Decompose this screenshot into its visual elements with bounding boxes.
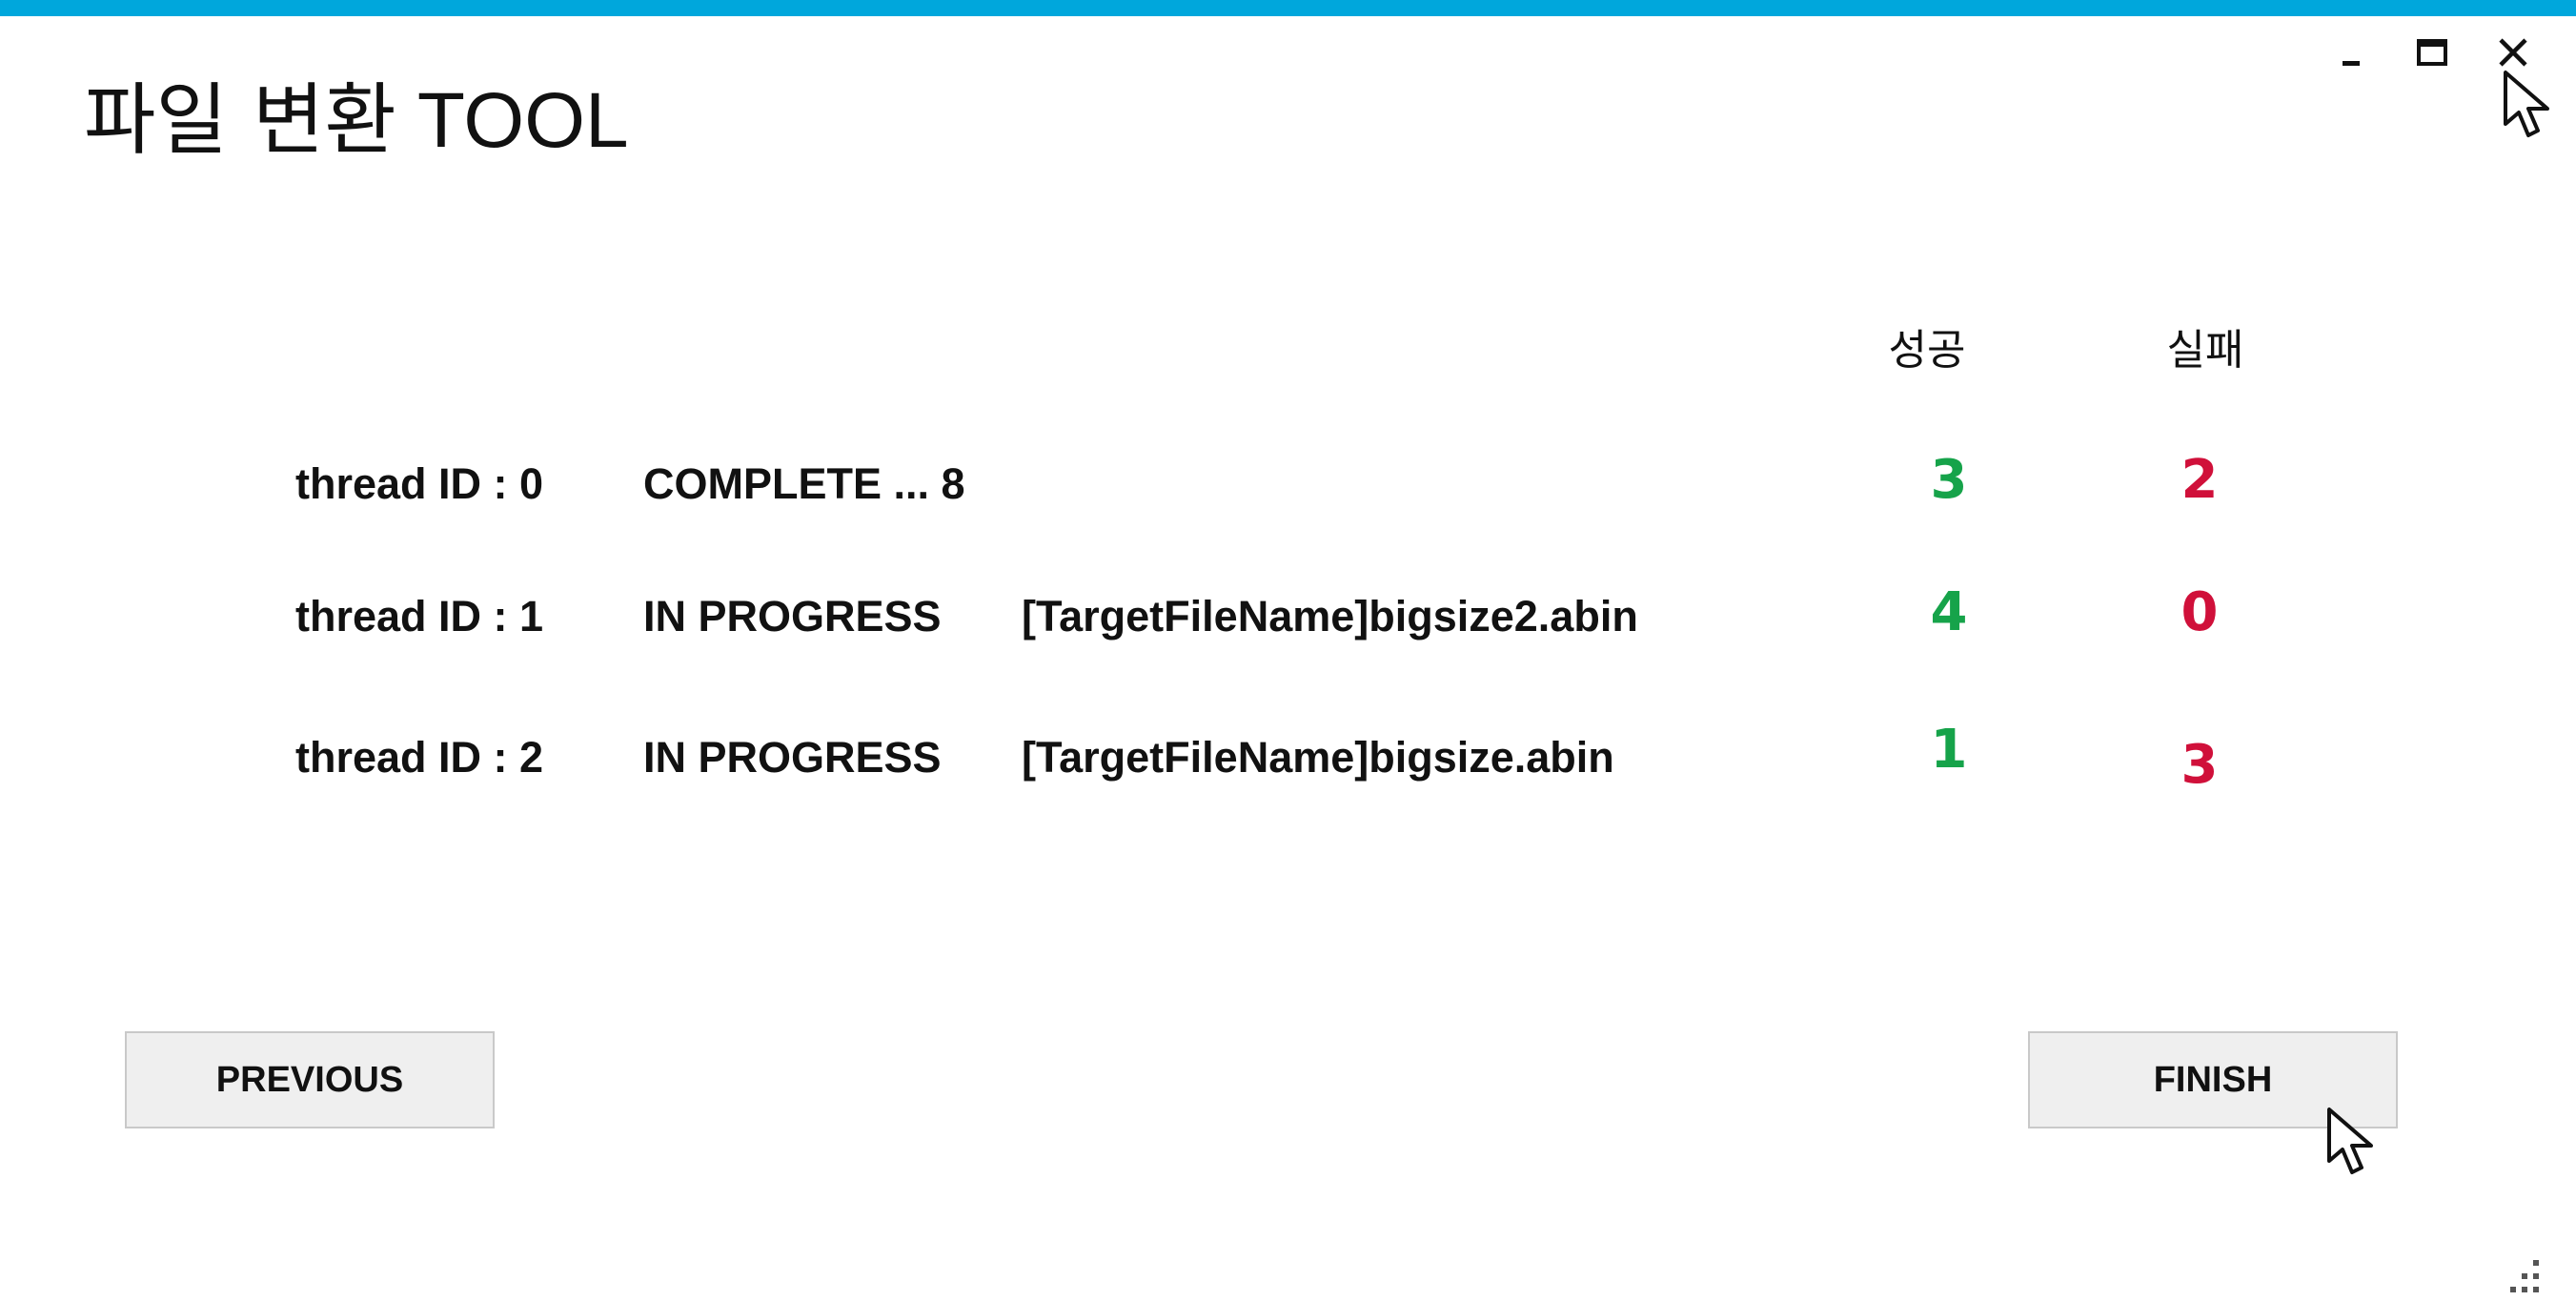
resize-grip-icon[interactable]	[2499, 1256, 2546, 1299]
maximize-icon	[2417, 39, 2447, 66]
thread-file: [TargetFileName]bigsize2.abin	[1022, 592, 1638, 640]
thread-id: thread ID : 1	[295, 592, 544, 640]
fail-column-header: 실패	[2166, 326, 2244, 375]
success-count: 4	[1930, 581, 1968, 643]
fail-count: 0	[2180, 581, 2219, 643]
thread-row: thread ID : 0 COMPLETE ... 8 3 2	[0, 446, 2576, 522]
previous-button[interactable]: PREVIOUS	[125, 1031, 495, 1128]
minimize-icon	[2343, 61, 2360, 66]
page-title-korean: 파일 변환	[84, 75, 396, 166]
thread-status: IN PROGRESS	[643, 733, 942, 782]
success-count: 3	[1930, 449, 1968, 511]
success-column-header: 성공	[1888, 326, 1966, 375]
success-count: 1	[1930, 719, 1968, 781]
window-accent-bar	[0, 0, 2576, 16]
fail-count: 2	[2180, 449, 2219, 511]
thread-file: [TargetFileName]bigsize.abin	[1022, 733, 1614, 782]
mouse-pointer-icon	[2504, 71, 2549, 137]
thread-row: thread ID : 2 IN PROGRESS [TargetFileNam…	[0, 719, 2576, 796]
page-title: 파일 변환 TOOL	[84, 69, 629, 173]
maximize-button[interactable]	[2404, 29, 2461, 76]
mouse-pointer-icon	[2327, 1108, 2373, 1174]
thread-status: IN PROGRESS	[643, 592, 942, 640]
thread-status: COMPLETE ... 8	[643, 459, 965, 508]
close-icon	[2499, 38, 2527, 67]
fail-count: 3	[2180, 734, 2219, 796]
page-title-english: TOOL	[416, 77, 629, 164]
thread-id: thread ID : 0	[295, 459, 544, 508]
thread-id: thread ID : 2	[295, 733, 544, 782]
minimize-button[interactable]	[2322, 29, 2380, 76]
thread-row: thread ID : 1 IN PROGRESS [TargetFileNam…	[0, 579, 2576, 655]
